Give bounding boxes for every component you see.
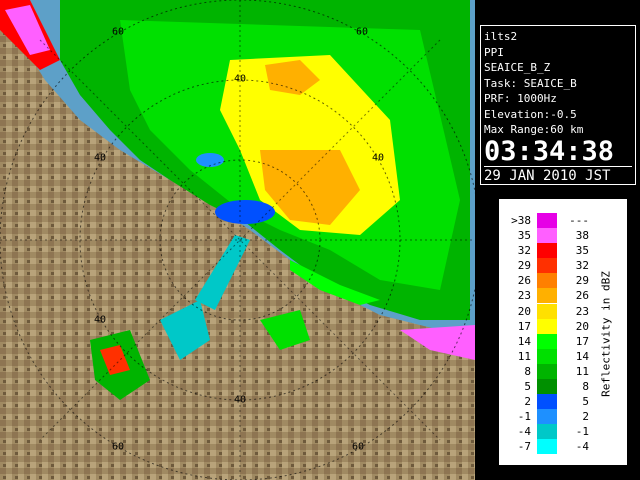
legend-high-value: 5	[582, 395, 589, 409]
legend-high-value: 2	[582, 410, 589, 424]
elevation-value: Elevation:-0.5	[484, 107, 577, 121]
legend-color-swatch	[537, 439, 557, 455]
legend-low-value: 11	[517, 349, 531, 363]
legend-color-swatch	[537, 333, 557, 349]
legend-row: 35 38	[507, 228, 589, 244]
legend-high-value: 32	[575, 259, 589, 273]
reflectivity-legend: >38 --- 35 38 32 35 29 32 26 29 23 26 20 23 17 20 14 17 11…	[498, 198, 628, 466]
legend-color-swatch	[537, 394, 557, 410]
legend-unit-text: Reflectivity in dBZ	[599, 271, 613, 397]
range-label: 60	[351, 441, 365, 453]
scan-type: PPI	[484, 45, 504, 59]
legend-low-value: 20	[517, 304, 531, 318]
range-label: 60	[111, 26, 125, 38]
legend-high-value: 38	[575, 229, 589, 243]
legend-row: 26 29	[507, 273, 589, 289]
prf-value: PRF: 1000Hz	[484, 92, 557, 105]
legend-high-value: 20	[575, 319, 589, 333]
legend-color-swatch	[537, 409, 557, 425]
legend-color-swatch	[537, 213, 557, 228]
legend-high-value: 8	[582, 380, 589, 394]
legend-high-value: ---	[569, 214, 589, 227]
legend-rows: >38 --- 35 38 32 35 29 32 26 29 23 26 20 23 17 20 14 17 11…	[507, 213, 589, 455]
legend-high-value: 11	[575, 364, 589, 378]
task-name: Task: SEAICE_B	[484, 76, 577, 90]
legend-high-value: 35	[575, 244, 589, 258]
legend-row: 8 11	[507, 363, 589, 379]
legend-row: 17 20	[507, 318, 589, 334]
legend-row: -4 -1	[507, 424, 589, 440]
legend-color-swatch	[537, 228, 557, 244]
range-label: 60	[111, 441, 125, 453]
echo-blue-2	[196, 153, 224, 167]
legend-row: 11 14	[507, 348, 589, 364]
legend-high-value: -1	[575, 425, 589, 439]
legend-low-value: 14	[517, 334, 531, 348]
legend-row: -1 2	[507, 409, 589, 425]
legend-high-value: 17	[575, 334, 589, 348]
legend-row: 25	[507, 394, 589, 410]
legend-row: -7 -4	[507, 439, 589, 455]
legend-color-swatch	[537, 424, 557, 440]
legend-color-swatch	[537, 243, 557, 259]
legend-color-swatch	[537, 363, 557, 379]
legend-color-swatch	[537, 303, 557, 319]
product-name: SEAICE_B_Z	[484, 61, 551, 74]
legend-row: 23 26	[507, 288, 589, 304]
range-label: 40	[93, 314, 107, 326]
legend-row: >38 ---	[507, 213, 589, 228]
legend-low-value: >38	[511, 214, 531, 227]
legend-low-value: 8	[524, 364, 531, 378]
legend-color-swatch	[537, 348, 557, 364]
legend-high-value: 26	[575, 289, 589, 303]
legend-row: 14 17	[507, 333, 589, 349]
legend-unit-label: Reflectivity in dBZ	[595, 259, 617, 409]
legend-low-value: 26	[517, 274, 531, 288]
legend-low-value: 2	[524, 395, 531, 409]
radar-image	[0, 0, 475, 480]
range-label: 40	[233, 73, 247, 85]
legend-row: 32 35	[507, 243, 589, 259]
range-label: 40	[371, 152, 385, 164]
legend-low-value: -7	[517, 440, 531, 454]
range-label: 40	[233, 394, 247, 406]
range-label: 60	[355, 26, 369, 38]
scan-info-panel: ilts2 PPI SEAICE_B_Z Task: SEAICE_B PRF:…	[480, 25, 636, 185]
range-label: 40	[93, 152, 107, 164]
legend-high-value: 29	[575, 274, 589, 288]
legend-high-value: 23	[575, 304, 589, 318]
legend-low-value: 17	[517, 319, 531, 333]
scan-time: 03:34:38	[484, 135, 615, 167]
legend-low-value: 35	[517, 229, 531, 243]
legend-low-value: -4	[517, 425, 531, 439]
legend-low-value: 29	[517, 259, 531, 273]
legend-color-swatch	[537, 273, 557, 289]
scan-date: 29 JAN 2010 JST	[484, 165, 632, 184]
legend-low-value: -1	[517, 410, 531, 424]
legend-color-swatch	[537, 288, 557, 304]
radar-ppi-display: 60 40 40 60 40 40 40 60 60	[0, 0, 475, 480]
legend-high-value: -4	[575, 440, 589, 454]
legend-low-value: 23	[517, 289, 531, 303]
legend-row: 58	[507, 379, 589, 395]
legend-high-value: 14	[575, 349, 589, 363]
legend-color-swatch	[537, 318, 557, 334]
legend-row: 20 23	[507, 303, 589, 319]
legend-color-swatch	[537, 258, 557, 274]
station-name: ilts2	[484, 30, 518, 43]
legend-low-value: 32	[517, 244, 531, 258]
echo-blue	[215, 200, 275, 224]
legend-color-swatch	[537, 379, 557, 395]
legend-row: 29 32	[507, 258, 589, 274]
legend-low-value: 5	[524, 380, 531, 394]
